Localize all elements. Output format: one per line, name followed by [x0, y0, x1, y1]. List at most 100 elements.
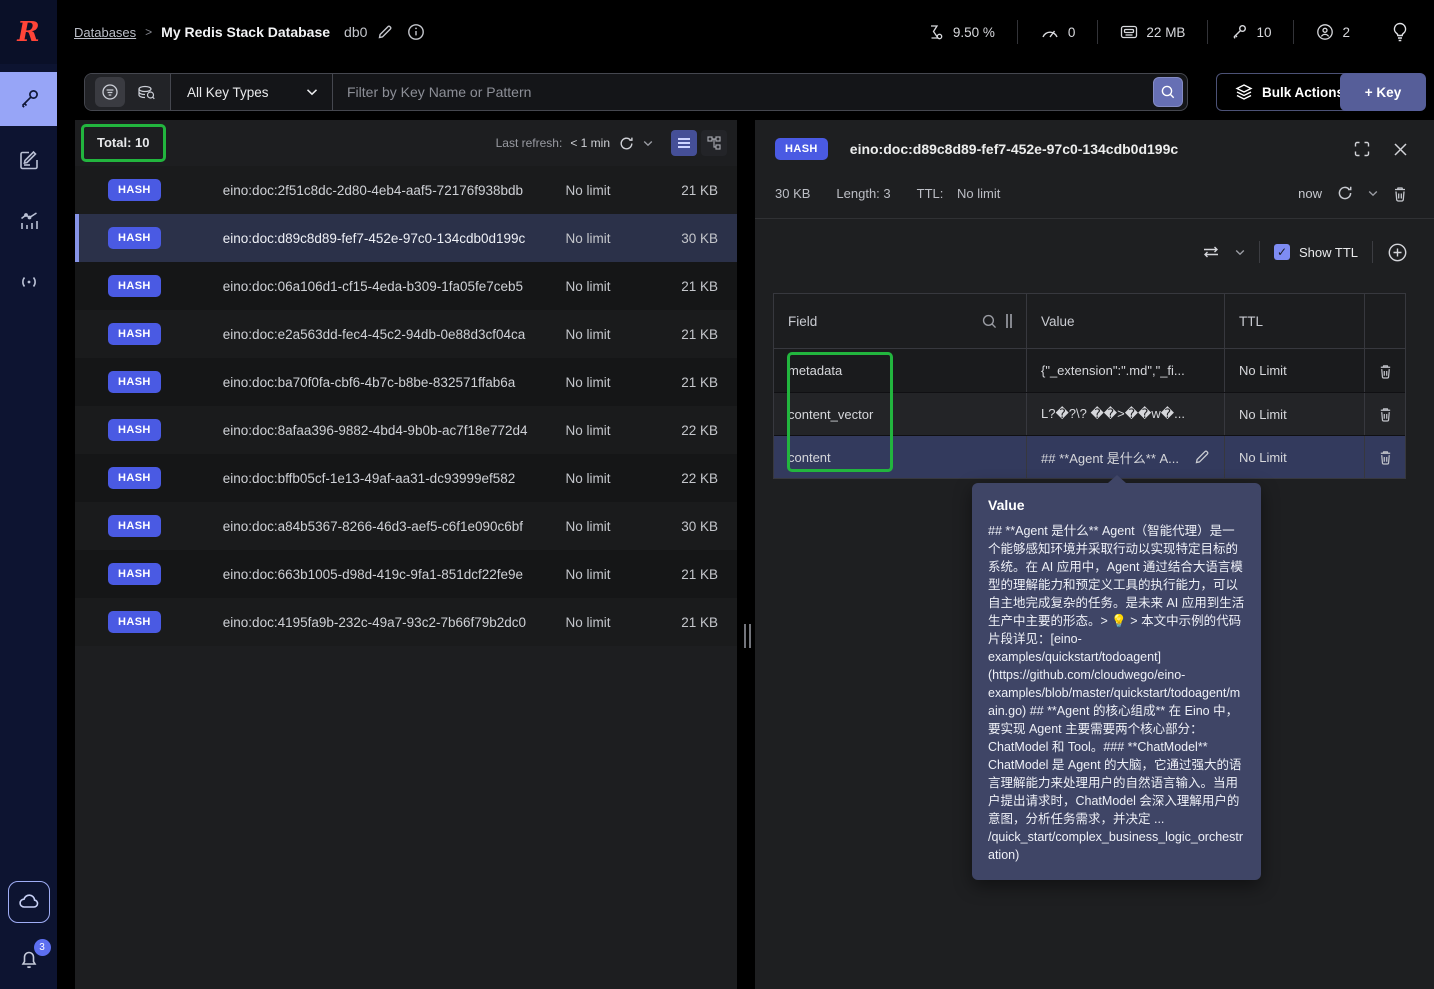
delete-key-button[interactable] [1392, 185, 1408, 202]
close-details-button[interactable] [1393, 142, 1408, 157]
field-name: content_vector [788, 406, 874, 422]
insights-button[interactable] [1390, 21, 1410, 43]
db-info-button[interactable] [407, 23, 425, 41]
cloud-button[interactable] [7, 881, 50, 923]
workbench-icon [17, 148, 41, 172]
key-type-badge: HASH [108, 275, 161, 297]
tree-view-icon [706, 136, 722, 150]
apply-filter-button[interactable] [1153, 77, 1183, 107]
key-ttl-value[interactable]: No limit [957, 186, 1000, 201]
edit-value-button[interactable] [1194, 449, 1210, 465]
key-row[interactable]: HASH eino:doc:663b1005-d98d-419c-9fa1-85… [75, 550, 737, 598]
sidebar-item-analytics[interactable] [0, 194, 57, 248]
field-row-metadata[interactable]: metadata {"_extension":".md","_fi... No … [774, 349, 1405, 392]
redisinsight-window: R 3 Databases > My Redis Stack Database … [0, 0, 1434, 989]
key-list-header: Total: 10 Last refresh: < 1 min [75, 120, 737, 166]
key-row[interactable]: HASH eino:doc:06a106d1-cf15-4eda-b309-1f… [75, 262, 737, 310]
lightbulb-icon [1390, 21, 1410, 43]
field-value[interactable]: ## **Agent 是什么** A... [1041, 448, 1179, 467]
field-value[interactable]: L?�?\? ��>��w�... [1041, 406, 1185, 422]
list-view-button[interactable] [671, 130, 697, 156]
field-value[interactable]: {"_extension":".md","_fi... [1041, 363, 1185, 378]
add-key-button[interactable]: + Key [1340, 73, 1426, 111]
edit-db-alias-button[interactable] [377, 24, 393, 40]
key-row[interactable]: HASH eino:doc:4195fa9b-232c-49a7-93c2-7b… [75, 598, 737, 646]
field-ttl[interactable]: No Limit [1239, 363, 1287, 378]
breadcrumb: Databases > My Redis Stack Database [74, 24, 330, 40]
notifications-button[interactable]: 3 [17, 939, 51, 971]
refresh-settings-chevron[interactable] [643, 140, 653, 147]
chevron-down-icon [1368, 190, 1378, 197]
format-switcher-button[interactable] [1201, 244, 1221, 260]
close-icon [1393, 142, 1408, 157]
field-row-content-vector[interactable]: content_vector L?�?\? ��>��w�... No Limi… [774, 392, 1405, 435]
search-icon [981, 313, 998, 330]
key-name: eino:doc:ba70f0fa-cbf6-4b7c-b8be-832571f… [222, 374, 516, 390]
sidebar-item-browser[interactable] [0, 72, 57, 126]
redis-logo[interactable]: R [0, 0, 57, 64]
tree-view-button[interactable] [701, 130, 727, 156]
delete-field-button[interactable] [1378, 406, 1393, 422]
show-ttl-checkbox[interactable]: ✓ [1273, 244, 1290, 260]
key-type-badge: HASH [108, 371, 161, 393]
key-type-select[interactable]: All Key Types [171, 74, 333, 110]
sidebar-item-pubsub[interactable] [0, 255, 57, 309]
sidebar-item-workbench[interactable] [0, 133, 57, 187]
key-ttl: No limit [565, 422, 611, 438]
key-row[interactable]: HASH eino:doc:a84b5367-8266-46d3-aef5-c6… [75, 502, 737, 550]
key-row[interactable]: HASH eino:doc:8afaa396-9882-4bd4-9b0b-ac… [75, 406, 737, 454]
breadcrumb-databases-link[interactable]: Databases [74, 25, 136, 40]
annotation-box-total: Total: 10 [81, 124, 166, 162]
clients-icon [1316, 23, 1334, 41]
delete-field-button[interactable] [1378, 363, 1393, 379]
refresh-details-chevron[interactable] [1368, 190, 1378, 197]
key-size-value: 30 KB [775, 185, 811, 201]
panel-resize-handle[interactable] [742, 624, 752, 648]
key-row[interactable]: HASH eino:doc:bffb05cf-1e13-49af-aa31-dc… [75, 454, 737, 502]
key-size: 30 KB [681, 230, 718, 246]
search-by-values-toggle[interactable] [131, 77, 161, 107]
column-resize-handle[interactable] [1006, 314, 1012, 328]
key-size: 21 KB [681, 614, 718, 630]
format-swap-icon [1201, 244, 1221, 260]
key-ttl: No limit [565, 614, 611, 630]
column-header-field: Field [788, 313, 818, 329]
key-row[interactable]: HASH eino:doc:e2a563dd-fec4-45c2-94db-0e… [75, 310, 737, 358]
key-row[interactable]: HASH eino:doc:ba70f0fa-cbf6-4b7c-b8be-83… [75, 358, 737, 406]
pencil-icon [377, 24, 393, 40]
show-ttl-toggle[interactable]: ✓ Show TTL [1273, 244, 1358, 260]
key-row[interactable]: HASH eino:doc:2f51c8dc-2d80-4eb4-aaf5-72… [75, 166, 737, 214]
key-row-selected[interactable]: HASH eino:doc:d89c8d89-fef7-452e-97c0-13… [75, 214, 737, 262]
memory-icon [1120, 24, 1138, 40]
key-name: eino:doc:2f51c8dc-2d80-4eb4-aaf5-72176f9… [222, 182, 524, 198]
field-row-content[interactable]: content ## **Agent 是什么** A... No Limit [774, 435, 1405, 478]
key-type-badge: HASH [108, 563, 161, 585]
field-ttl[interactable]: No Limit [1239, 407, 1287, 422]
key-filter-input[interactable] [333, 84, 1153, 100]
metric-commands: 0 [1018, 24, 1098, 40]
search-fields-button[interactable] [981, 313, 998, 330]
cpu-icon [927, 23, 945, 41]
delete-field-button[interactable] [1378, 449, 1393, 465]
refresh-details-button[interactable] [1336, 184, 1354, 202]
key-list-panel: Total: 10 Last refresh: < 1 min HASH ein… [75, 120, 737, 989]
key-ttl: No limit [565, 470, 611, 486]
tooltip-body: ## **Agent 是什么** Agent（智能代理）是一个能够感知环境并采取… [988, 524, 1245, 862]
tooltip-title: Value [988, 497, 1025, 513]
key-size: 22 KB [681, 470, 718, 486]
key-size: 21 KB [681, 182, 718, 198]
filter-by-pattern-toggle[interactable] [94, 77, 125, 107]
pubsub-icon [16, 270, 42, 294]
key-name: eino:doc:8afaa396-9882-4bd4-9b0b-ac7f18e… [222, 422, 528, 438]
format-switcher-chevron[interactable] [1235, 249, 1245, 256]
key-type-badge: HASH [108, 227, 161, 249]
field-ttl[interactable]: No Limit [1239, 450, 1287, 465]
plus-circle-icon [1387, 242, 1408, 263]
last-refresh-value: < 1 min [570, 136, 610, 150]
add-field-button[interactable] [1387, 242, 1408, 263]
sidebar: R 3 [0, 0, 57, 989]
fullscreen-button[interactable] [1353, 140, 1371, 158]
refresh-keys-button[interactable] [618, 135, 635, 152]
key-ttl: No limit [565, 326, 611, 342]
pencil-icon [1194, 449, 1210, 465]
